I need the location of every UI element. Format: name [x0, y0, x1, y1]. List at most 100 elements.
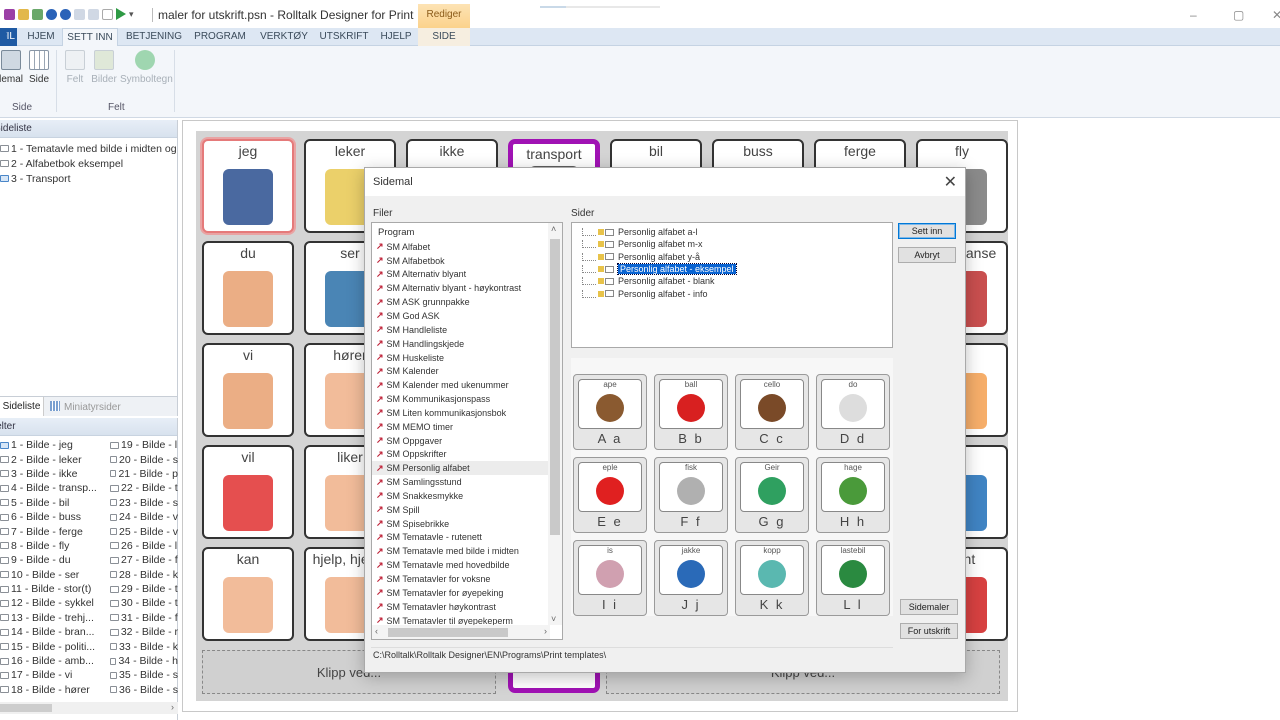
- template-file-item[interactable]: ↗ SM Handleliste: [372, 323, 562, 337]
- dialog-close-button[interactable]: ✕: [944, 172, 957, 192]
- field-list-item[interactable]: 21 - Bilde - p: [110, 467, 178, 481]
- board-cell[interactable]: jeg: [202, 139, 294, 233]
- scrollbar-thumb[interactable]: [0, 704, 52, 712]
- tab-file[interactable]: FIL: [0, 28, 17, 46]
- template-file-item[interactable]: ↗ SM MEMO timer: [372, 420, 562, 434]
- forward-icon[interactable]: [60, 8, 71, 20]
- field-list-item[interactable]: 28 - Bilde - k: [110, 568, 178, 582]
- field-list-item[interactable]: 14 - Bilde - bran...: [0, 625, 108, 639]
- template-page-item[interactable]: Personlig alfabet a-l: [572, 226, 892, 238]
- template-page-item[interactable]: Personlig alfabet - eksempel: [572, 263, 892, 276]
- field-list-item[interactable]: 17 - Bilde - vi: [0, 668, 108, 682]
- field-list-item[interactable]: 2 - Bilde - leker: [0, 452, 108, 466]
- template-file-item[interactable]: ↗ SM ASK grunnpakke: [372, 295, 562, 309]
- template-file-item[interactable]: ↗ SM Oppskrifter: [372, 448, 562, 462]
- redo-icon[interactable]: [88, 8, 99, 20]
- play-icon[interactable]: [116, 8, 126, 20]
- field-list-item[interactable]: 3 - Bilde - ikke: [0, 467, 108, 481]
- blank-page-icon[interactable]: [102, 8, 113, 20]
- pages-tree[interactable]: Personlig alfabet a-l Personlig alfabet m…: [571, 222, 893, 348]
- files-vertical-scrollbar[interactable]: ˄ ˅: [548, 223, 562, 625]
- template-file-item[interactable]: ↗ SM Tematavler for voksne: [372, 572, 562, 586]
- scroll-right-arrow[interactable]: ›: [171, 702, 174, 712]
- template-file-item[interactable]: ↗ SM Huskeliste: [372, 351, 562, 365]
- scroll-up-arrow[interactable]: ˄: [551, 224, 556, 234]
- field-list-item[interactable]: 26 - Bilde - l: [110, 539, 178, 553]
- field-list-item[interactable]: 34 - Bilde - h: [110, 654, 178, 668]
- files-horizontal-scrollbar[interactable]: ‹ ›: [372, 625, 550, 639]
- template-file-item[interactable]: ↗ SM Kalender: [372, 364, 562, 378]
- scrollbar-thumb[interactable]: [388, 628, 508, 637]
- template-page-item[interactable]: Personlig alfabet - blank: [572, 275, 892, 287]
- back-icon[interactable]: [46, 8, 57, 20]
- cancel-button[interactable]: Avbryt: [898, 247, 956, 263]
- field-list-item[interactable]: 35 - Bilde - s: [110, 668, 178, 682]
- template-file-item[interactable]: ↗ SM Tematavle - rutenett: [372, 531, 562, 545]
- page-list-item[interactable]: 1 - Tematavle med bilde i midten og: [0, 141, 177, 156]
- page-button[interactable]: Side: [28, 50, 50, 85]
- board-cell[interactable]: vi: [202, 343, 294, 437]
- template-file-item[interactable]: ↗ SM Alfabet: [372, 240, 562, 254]
- field-list-item[interactable]: 29 - Bilde - t: [110, 582, 178, 596]
- template-file-item[interactable]: ↗ SM Oppgaver: [372, 434, 562, 448]
- field-list-item[interactable]: 8 - Bilde - fly: [0, 539, 108, 553]
- page-templates-button[interactable]: Sidemaler: [900, 599, 958, 615]
- field-list-item[interactable]: 31 - Bilde - f: [110, 611, 178, 625]
- field-list-item[interactable]: 32 - Bilde - r: [110, 625, 178, 639]
- template-file-item[interactable]: ↗ SM Alternativ blyant - høykontrast: [372, 281, 562, 295]
- scroll-down-arrow[interactable]: ˅: [551, 614, 556, 624]
- page-list-item[interactable]: 3 - Transport: [0, 171, 177, 186]
- insert-button[interactable]: Sett inn: [898, 223, 956, 239]
- field-list-item[interactable]: 11 - Bilde - stor(t): [0, 582, 108, 596]
- field-list-item[interactable]: 13 - Bilde - trehj...: [0, 611, 108, 625]
- field-list-item[interactable]: 4 - Bilde - transp...: [0, 481, 108, 495]
- for-print-button[interactable]: For utskrift: [900, 623, 958, 639]
- field-list-item[interactable]: 1 - Bilde - jeg: [0, 438, 108, 452]
- field-list-item[interactable]: 6 - Bilde - buss: [0, 510, 108, 524]
- undo-icon[interactable]: [74, 8, 85, 20]
- tab-program[interactable]: PROGRAM: [190, 28, 250, 46]
- template-file-item[interactable]: ↗ SM Snakkesmykke: [372, 489, 562, 503]
- template-page-item[interactable]: Personlig alfabet - info: [572, 287, 892, 299]
- field-list-item[interactable]: 16 - Bilde - amb...: [0, 654, 108, 668]
- board-cell[interactable]: kan: [202, 547, 294, 641]
- template-page-item[interactable]: Personlig alfabet y-å: [572, 251, 892, 263]
- open-folder-icon[interactable]: [18, 8, 29, 20]
- field-list-item[interactable]: 7 - Bilde - ferge: [0, 524, 108, 538]
- pictures-button[interactable]: Bilder: [90, 50, 118, 85]
- field-button[interactable]: Felt: [64, 50, 86, 85]
- field-list-item[interactable]: 33 - Bilde - k: [110, 639, 178, 653]
- page-template-button[interactable]: Sidemal: [0, 50, 26, 88]
- field-list-item[interactable]: 18 - Bilde - hører: [0, 683, 108, 697]
- symbol-button[interactable]: Symboltegn: [120, 50, 173, 85]
- save-icon[interactable]: [4, 8, 15, 20]
- tab-help[interactable]: HJELP: [376, 28, 416, 46]
- template-file-item[interactable]: ↗ SM Tematavler for øyepeking: [372, 586, 562, 600]
- template-file-item[interactable]: ↗ SM Samlingsstund: [372, 475, 562, 489]
- template-file-item[interactable]: ↗ SM Alternativ blyant: [372, 268, 562, 282]
- field-list-item[interactable]: 23 - Bilde - s: [110, 496, 178, 510]
- template-file-item[interactable]: ↗ SM Alfabetbok: [372, 254, 562, 268]
- page-list-item[interactable]: 2 - Alfabetbok eksempel: [0, 156, 177, 171]
- board-cell[interactable]: vil: [202, 445, 294, 539]
- field-list-item[interactable]: 15 - Bilde - politi...: [0, 639, 108, 653]
- field-list-item[interactable]: 12 - Bilde - sykkel: [0, 596, 108, 610]
- template-file-item[interactable]: ↗ SM Liten kommunikasjonsbok: [372, 406, 562, 420]
- field-list-item[interactable]: 9 - Bilde - du: [0, 553, 108, 567]
- field-list-item[interactable]: 5 - Bilde - bil: [0, 496, 108, 510]
- field-list-item[interactable]: 27 - Bilde - f: [110, 553, 178, 567]
- template-file-item[interactable]: ↗ SM Spill: [372, 503, 562, 517]
- customize-dropdown-icon[interactable]: ▾: [129, 9, 135, 20]
- board-cell[interactable]: du: [202, 241, 294, 335]
- field-list-item[interactable]: 22 - Bilde - t: [110, 481, 178, 495]
- tab-page-list[interactable]: Sideliste: [0, 397, 44, 416]
- field-list-item[interactable]: 25 - Bilde - v: [110, 524, 178, 538]
- scroll-left-arrow[interactable]: ‹: [375, 626, 378, 636]
- template-file-item[interactable]: ↗ SM Spisebrikke: [372, 517, 562, 531]
- files-list[interactable]: Program ↗ SM Alfabet ↗ SM Alfabetbok ↗ SM Alt…: [371, 222, 563, 640]
- template-file-item[interactable]: ↗ SM God ASK: [372, 309, 562, 323]
- template-file-item[interactable]: ↗ SM Tematavler høykontrast: [372, 600, 562, 614]
- field-list-item[interactable]: 20 - Bilde - s: [110, 452, 178, 466]
- context-tab-rediger[interactable]: Rediger: [418, 4, 470, 28]
- field-list-item[interactable]: 36 - Bilde - s: [110, 683, 178, 697]
